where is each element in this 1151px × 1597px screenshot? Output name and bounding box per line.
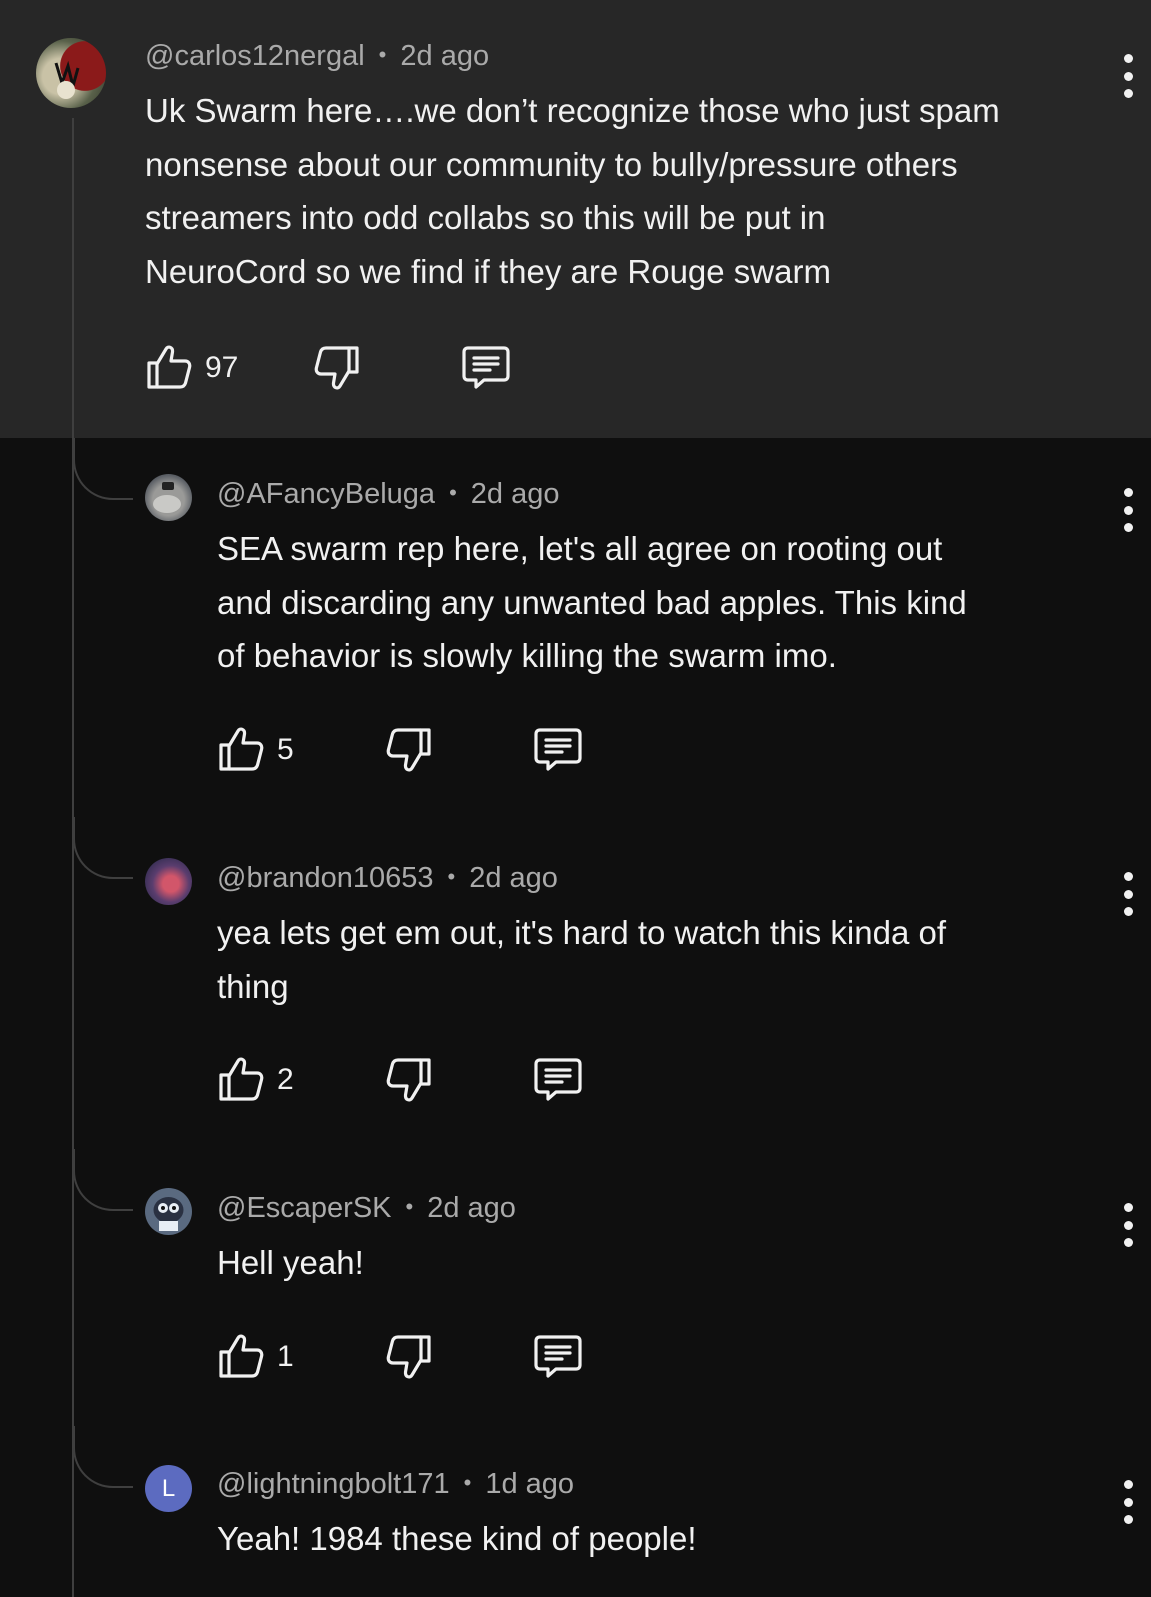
dislike-button[interactable]	[313, 338, 361, 398]
reply-button[interactable]	[533, 1050, 583, 1110]
author-handle[interactable]: @lightningbolt171	[217, 1468, 450, 1500]
separator-dot: •	[463, 1470, 472, 1495]
more-vert-icon[interactable]	[1122, 1480, 1134, 1524]
reply-text: Yeah! 1984 these kind of people!	[217, 1520, 697, 1557]
reply-button[interactable]	[461, 338, 511, 398]
thread-connector	[73, 1149, 133, 1211]
separator-dot: •	[405, 1194, 414, 1219]
avatar[interactable]	[36, 38, 106, 108]
thumb-up-icon	[219, 1334, 264, 1378]
reply-actions: 1	[217, 1327, 617, 1387]
like-count: 1	[277, 1340, 294, 1373]
like-button[interactable]: 5	[217, 720, 294, 780]
like-button[interactable]: 2	[217, 1050, 294, 1110]
thumb-up-icon	[219, 727, 264, 771]
reply-button[interactable]	[533, 720, 583, 780]
comment-meta: @carlos12nergal • 2d ago	[145, 40, 489, 73]
like-count: 97	[205, 351, 239, 384]
reply-actions: 5	[217, 720, 617, 780]
comment-time[interactable]: 2d ago	[400, 40, 489, 72]
comment-text: Uk Swarm here….we don’t recognize those …	[145, 92, 1000, 290]
separator-dot: •	[447, 864, 456, 889]
reply-text: Hell yeah!	[217, 1244, 364, 1281]
thread-connector	[73, 817, 133, 879]
thumb-down-icon	[386, 1335, 431, 1379]
more-vert-icon[interactable]	[1122, 872, 1134, 916]
reply-text: SEA swarm rep here, let's all agree on r…	[217, 530, 967, 674]
thumb-up-icon	[147, 345, 192, 389]
reply-meta: @AFancyBeluga • 2d ago	[217, 478, 559, 511]
dislike-button[interactable]	[385, 1327, 433, 1387]
thread-connector	[73, 1426, 133, 1488]
comment-time[interactable]: 2d ago	[427, 1192, 516, 1224]
thumb-down-icon	[386, 728, 431, 772]
reply-button[interactable]	[533, 1327, 583, 1387]
comment-time[interactable]: 2d ago	[471, 478, 560, 510]
more-vert-icon[interactable]	[1122, 54, 1134, 98]
reply-icon	[462, 346, 510, 389]
reply-meta: @EscaperSK • 2d ago	[217, 1192, 516, 1225]
dislike-button[interactable]	[385, 720, 433, 780]
avatar[interactable]	[145, 858, 192, 905]
dislike-button[interactable]	[385, 1050, 433, 1110]
avatar-art	[153, 1197, 184, 1231]
thread-line	[72, 118, 74, 1597]
author-handle[interactable]: @brandon10653	[217, 862, 434, 894]
reply-icon	[534, 728, 582, 771]
reply-icon	[534, 1335, 582, 1378]
separator-dot: •	[378, 42, 387, 67]
thumb-down-icon	[386, 1058, 431, 1102]
more-vert-icon[interactable]	[1122, 488, 1134, 532]
author-handle[interactable]: @AFancyBeluga	[217, 478, 435, 510]
thumb-up-icon	[219, 1057, 264, 1101]
like-count: 5	[277, 733, 294, 766]
reply-text: yea lets get em out, it's hard to watch …	[217, 914, 947, 1005]
thumb-down-icon	[314, 346, 359, 390]
author-handle[interactable]: @EscaperSK	[217, 1192, 392, 1224]
thread-connector	[73, 438, 133, 500]
avatar-art	[153, 482, 181, 513]
like-button[interactable]: 1	[217, 1327, 294, 1387]
separator-dot: •	[449, 480, 457, 505]
more-vert-icon[interactable]	[1122, 1203, 1134, 1247]
avatar-art	[54, 60, 80, 99]
reply-icon	[534, 1058, 582, 1101]
reply-meta: @lightningbolt171 • 1d ago	[217, 1468, 574, 1501]
avatar[interactable]: L	[145, 1465, 192, 1512]
like-count: 2	[277, 1063, 294, 1096]
reply-actions: 2	[217, 1050, 617, 1110]
comment-time[interactable]: 1d ago	[485, 1468, 574, 1500]
author-handle[interactable]: @carlos12nergal	[145, 40, 365, 72]
avatar[interactable]	[145, 1188, 192, 1235]
avatar[interactable]	[145, 474, 192, 521]
reply-meta: @brandon10653 • 2d ago	[217, 862, 558, 895]
comment-time[interactable]: 2d ago	[469, 862, 558, 894]
like-button[interactable]: 97	[145, 338, 238, 398]
comment-actions: 97	[145, 338, 545, 398]
